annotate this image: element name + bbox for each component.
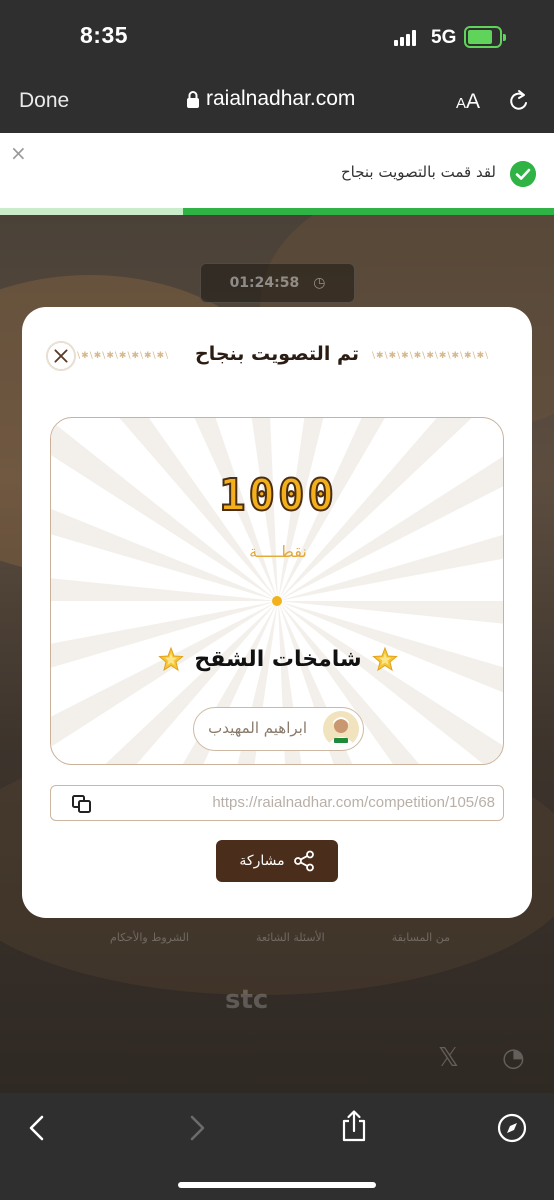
copy-icon[interactable] bbox=[71, 794, 93, 814]
share-button[interactable]: مشاركة bbox=[216, 840, 338, 882]
background-timer: 01:24:58 ◷ bbox=[200, 263, 355, 303]
share-link-field[interactable]: https://raialnadhar.com/competition/105/… bbox=[50, 785, 504, 821]
status-bar: 8:35 5G bbox=[0, 0, 554, 76]
share-link-text: https://raialnadhar.com/competition/105/… bbox=[212, 794, 495, 811]
toast-close-button[interactable]: × bbox=[10, 143, 27, 163]
share-sheet-icon[interactable] bbox=[340, 1109, 368, 1143]
team-name: شامخات الشقح bbox=[194, 646, 362, 672]
toast-message: لقد قمت بالتصويت بنجاح bbox=[340, 163, 496, 181]
separator-dot bbox=[272, 596, 282, 606]
success-toast: × لقد قمت بالتصويت بنجاح bbox=[0, 133, 554, 215]
points-unit: نقطـــــة bbox=[249, 542, 307, 561]
toast-progress-bar bbox=[182, 208, 554, 215]
done-button[interactable]: Done bbox=[19, 89, 69, 113]
background-sponsor-logos: stc bbox=[125, 983, 535, 1023]
compass-icon[interactable] bbox=[496, 1112, 528, 1144]
whatsapp-icon: ◔ bbox=[502, 1043, 525, 1073]
check-circle-icon bbox=[510, 161, 536, 187]
clock-icon: ◷ bbox=[313, 275, 326, 291]
status-time: 8:35 bbox=[80, 22, 129, 48]
battery-icon bbox=[464, 26, 506, 48]
signal-strength-icon bbox=[394, 30, 420, 46]
star-icon bbox=[371, 646, 398, 672]
stc-logo: stc bbox=[225, 985, 269, 1015]
network-type: 5G bbox=[431, 27, 457, 48]
share-button-label: مشاركة bbox=[239, 853, 285, 869]
points-value: 1000 bbox=[218, 469, 337, 522]
team-line: شامخات الشقح bbox=[51, 646, 503, 672]
forward-arrow-icon[interactable] bbox=[186, 1113, 208, 1143]
reload-icon[interactable] bbox=[508, 89, 530, 115]
player-avatar bbox=[323, 711, 359, 747]
close-icon[interactable] bbox=[46, 341, 76, 371]
vote-result-card: 1000 نقطـــــة شامخات الشقح ابراهيم المه… bbox=[50, 417, 504, 765]
address-bar[interactable]: raialnadhar.com bbox=[186, 87, 355, 111]
star-icon bbox=[158, 646, 185, 672]
modal-title: تم التصويت بنجاح bbox=[195, 343, 359, 365]
player-chip[interactable]: ابراهيم المهيدب bbox=[193, 707, 364, 751]
share-icon bbox=[293, 850, 314, 872]
toast-progress-track bbox=[0, 208, 554, 215]
back-arrow-icon[interactable] bbox=[26, 1113, 48, 1143]
home-indicator bbox=[178, 1182, 376, 1188]
x-social-icon: 𝕏 bbox=[438, 1043, 459, 1073]
lock-icon bbox=[187, 90, 199, 108]
background-footer-links: من المسابقة الأسئلة الشائعة الشروط والأح… bbox=[110, 931, 450, 944]
browser-toolbar: Done raialnadhar.com AA bbox=[0, 76, 554, 133]
vote-success-modal: \✱\✱\✱\✱\✱\✱\✱\✱\✱\ \✱\✱\✱\✱\✱\✱\✱\✱\✱\ … bbox=[22, 307, 532, 918]
text-size-button[interactable]: AA bbox=[456, 90, 480, 114]
url-text: raialnadhar.com bbox=[206, 87, 356, 110]
player-name: ابراهيم المهيدب bbox=[208, 719, 307, 737]
